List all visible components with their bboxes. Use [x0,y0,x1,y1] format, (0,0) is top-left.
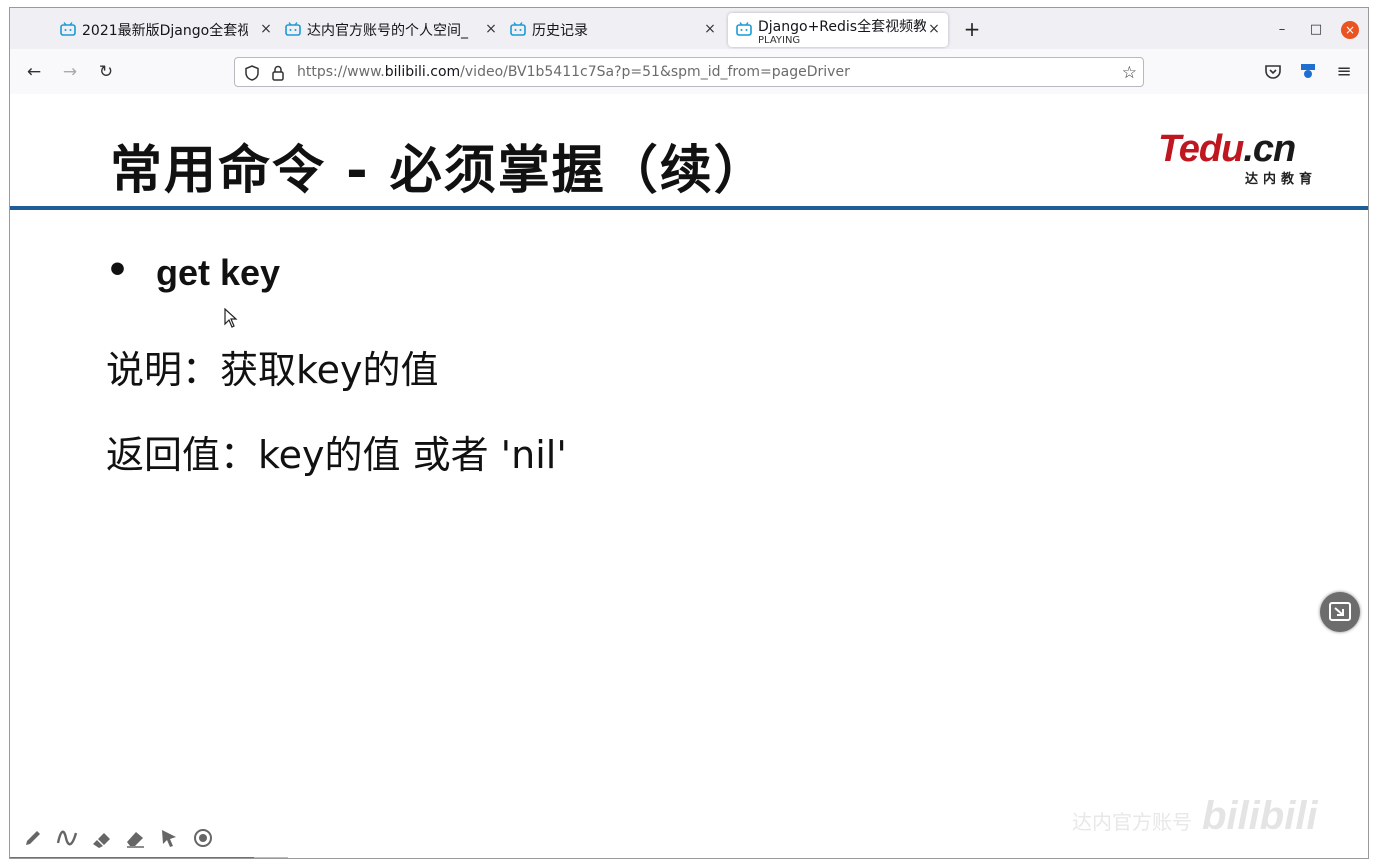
tedu-logo: Tedu.cn 达内教育 [1158,128,1323,187]
title-divider [10,206,1368,210]
tab-django-redis-active[interactable]: Django+Redis全套视频教 PLAYING × [728,13,948,47]
bilibili-icon [60,22,76,36]
tab-title: 2021最新版Django全套视 [82,23,248,39]
description-line: 说明：获取key的值 [106,348,439,392]
picture-in-picture-button[interactable] [1320,592,1360,632]
forward-button[interactable]: → [59,61,81,83]
bilibili-watermark: 达内官方账号 bilibili [1072,794,1318,839]
minimize-button[interactable]: – [1272,20,1292,40]
lock-icon[interactable] [269,64,287,82]
watermark-brand: bilibili [1202,794,1318,838]
eraser-icon[interactable] [124,827,146,849]
extension-icon[interactable] [1298,62,1318,82]
marker-icon[interactable] [90,827,112,849]
annotation-toolbar [22,826,214,850]
tab-history[interactable]: 历史记录 × [460,13,720,47]
tab-title: 达内官方账号的个人空间_ [307,23,468,39]
logo-tedu: Tedu [1158,128,1244,170]
new-tab-button[interactable]: + [960,18,984,42]
back-button[interactable]: ← [23,61,45,83]
tab-playing-label: PLAYING [758,35,801,46]
slide-title: 常用命令 - 必须掌握（续） [110,141,768,201]
video-progress-played[interactable] [10,857,254,858]
url-path: /video/BV1b5411c7Sa?p=51&spm_id_from=pag… [460,64,850,80]
bullet-point: • [106,250,130,291]
video-progress-buffered[interactable] [254,857,288,858]
bilibili-icon [736,22,752,36]
menu-icon[interactable]: ≡ [1334,62,1354,82]
command-title: get key [156,252,281,293]
maximize-button[interactable]: □ [1306,20,1326,40]
tab-close-icon[interactable]: × [926,21,942,37]
url-domain: bilibili.com [384,64,461,80]
shield-icon[interactable] [243,64,261,82]
reload-button[interactable]: ↻ [95,61,117,83]
url-text[interactable]: https://www.bilibili.com/video/BV1b5411c… [297,64,850,80]
bilibili-icon [285,22,301,36]
record-icon[interactable] [192,827,214,849]
logo-cn: .cn [1243,128,1296,170]
logo-subtitle: 达内教育 [1244,172,1317,187]
pointer-icon[interactable] [158,827,180,849]
url-prefix: https://www. [297,64,385,80]
address-bar[interactable]: https://www.bilibili.com/video/BV1b5411c… [234,57,1144,87]
tab-title: Django+Redis全套视频教 [758,19,926,35]
navigation-bar: ← → ↻ https://www.bilibili.com/video/BV1… [10,49,1368,95]
wave-icon[interactable] [56,827,78,849]
pocket-icon[interactable] [1263,62,1283,82]
bookmark-star-icon[interactable]: ☆ [1122,63,1137,83]
tab-close-icon[interactable]: × [702,21,718,37]
watermark-text: 达内官方账号 [1072,810,1192,834]
pip-icon [1329,602,1351,621]
close-window-button[interactable]: × [1341,21,1359,39]
return-value-line: 返回值：key的值 或者 'nil' [106,433,567,477]
browser-window: 2021最新版Django全套视 × 达内官方账号的个人空间_ × 历史记录 × [9,7,1369,859]
tab-strip: 2021最新版Django全套视 × 达内官方账号的个人空间_ × 历史记录 × [10,8,1368,49]
pencil-icon[interactable] [22,827,44,849]
mouse-cursor-icon [224,308,238,328]
bilibili-icon [510,22,526,36]
video-slide[interactable]: 常用命令 - 必须掌握（续） Tedu.cn 达内教育 • get key 说明… [10,94,1368,858]
tab-title: 历史记录 [532,23,588,39]
logo-text: Tedu.cn [1158,128,1296,171]
